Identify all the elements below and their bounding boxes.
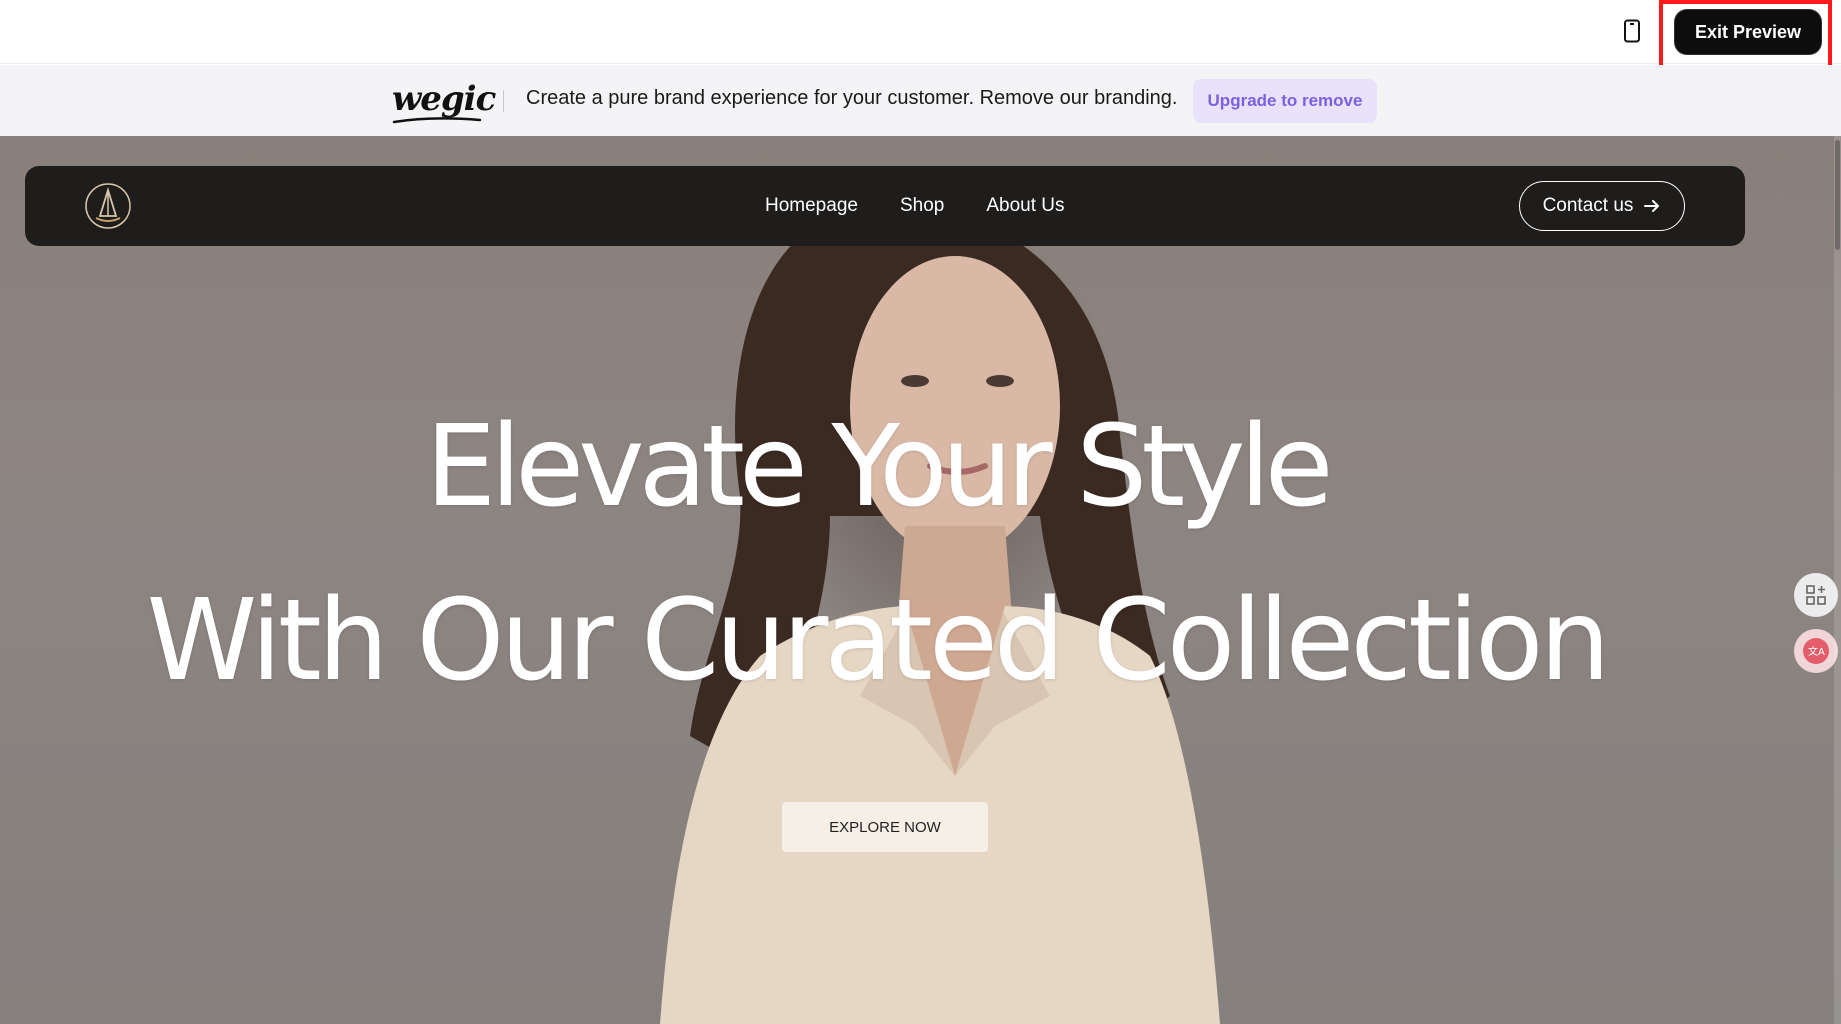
scrollbar-thumb[interactable] [1835, 140, 1840, 250]
branding-banner: wegic Create a pure brand experience for… [0, 65, 1841, 136]
nav-menu: Homepage Shop About Us [765, 166, 1064, 246]
preview-toolbar: Exit Preview [0, 0, 1841, 69]
sailboat-logo-icon[interactable] [84, 182, 132, 230]
hero-headline-line-1: Elevate Your Style [425, 402, 1333, 532]
branding-message: Create a pure brand experience for your … [526, 87, 1178, 109]
explore-now-button[interactable]: EXPLORE NOW [782, 802, 988, 852]
contact-us-label: Contact us [1542, 195, 1634, 216]
site-navbar: Homepage Shop About Us Contact us [25, 166, 1745, 246]
wegic-logo: wegic [392, 79, 496, 119]
hero-headline-line-2: With Our Curated Collection [146, 576, 1610, 706]
arrow-right-icon [1644, 200, 1660, 212]
page-scrollbar[interactable] [1834, 136, 1841, 1024]
nav-link-about-us[interactable]: About Us [986, 195, 1064, 217]
nav-link-shop[interactable]: Shop [900, 195, 944, 217]
nav-link-homepage[interactable]: Homepage [765, 195, 858, 217]
divider [503, 90, 504, 112]
upgrade-to-remove-button[interactable]: Upgrade to remove [1193, 79, 1377, 123]
translate-button[interactable]: 文A [1794, 629, 1838, 673]
exit-preview-button[interactable]: Exit Preview [1675, 10, 1821, 54]
translate-icon: 文A [1803, 638, 1829, 664]
wegic-logo-swash [392, 117, 482, 124]
contact-us-button[interactable]: Contact us [1519, 181, 1685, 231]
mobile-phone-icon[interactable] [1622, 19, 1642, 43]
svg-text:文A: 文A [1808, 645, 1825, 658]
hero-section: Homepage Shop About Us Contact us Elevat… [0, 136, 1841, 1024]
apps-add-button[interactable] [1794, 573, 1838, 617]
apps-add-icon [1806, 585, 1826, 605]
